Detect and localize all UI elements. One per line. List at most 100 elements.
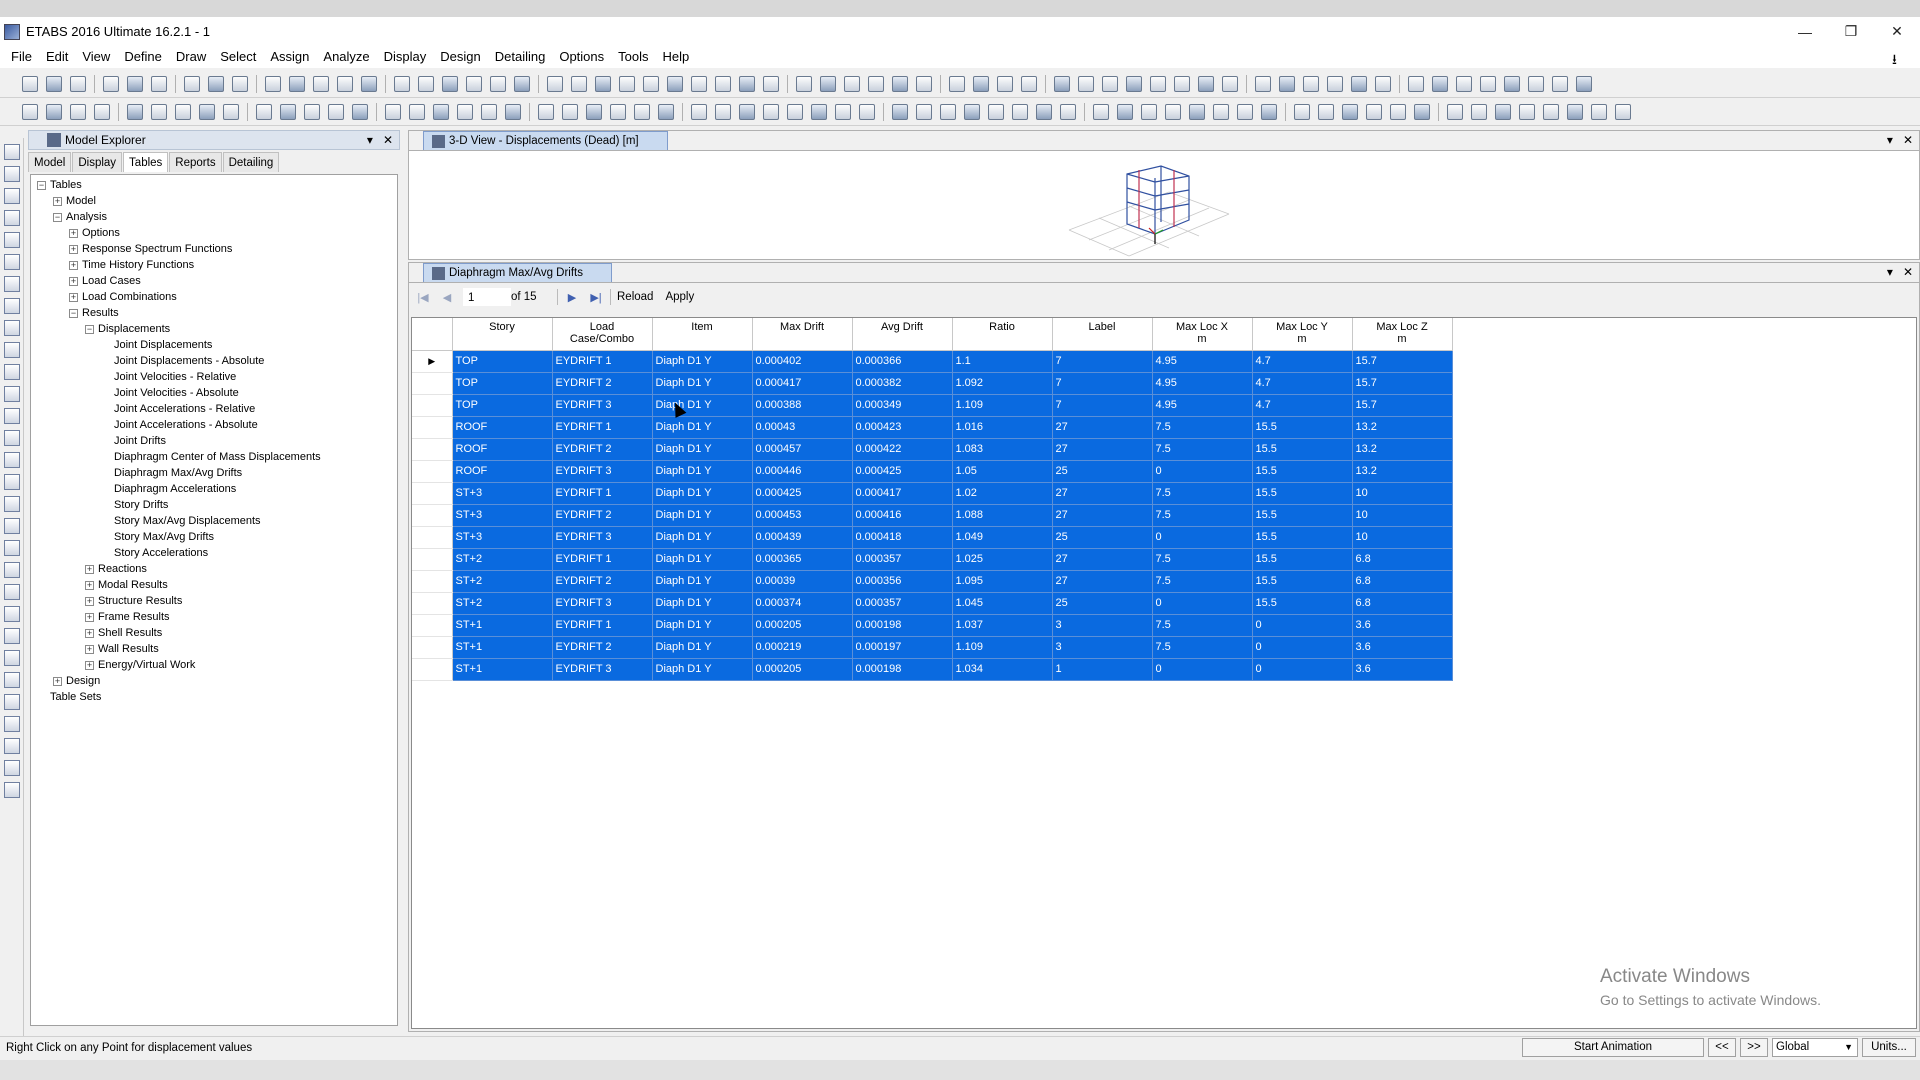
table-cell[interactable]: 4.7: [1252, 350, 1353, 373]
next-page-button[interactable]: ▶: [564, 291, 580, 304]
table-cell[interactable]: Diaph D1 Y: [652, 372, 753, 395]
toolbar-tool-icon[interactable]: [1375, 75, 1391, 92]
draw-tool-icon[interactable]: [4, 166, 20, 182]
table-cell[interactable]: 10: [1352, 526, 1453, 549]
table-cell[interactable]: 1.095: [952, 570, 1053, 593]
tree-item[interactable]: Table Sets: [31, 689, 397, 705]
draw-tool-icon[interactable]: [4, 364, 20, 380]
table-cell[interactable]: EYDRIFT 1: [552, 416, 653, 439]
collapse-icon[interactable]: −: [85, 324, 94, 334]
table-cell[interactable]: EYDRIFT 2: [552, 570, 653, 593]
table-cell[interactable]: 7.5: [1152, 548, 1253, 571]
table-cell[interactable]: 0.000402: [752, 350, 853, 373]
tree-item[interactable]: Diaphragm Accelerations: [31, 481, 397, 497]
toolbar-tool-icon[interactable]: [1366, 103, 1382, 120]
table-cell[interactable]: Diaph D1 Y: [652, 570, 753, 593]
row-header[interactable]: [412, 438, 453, 461]
toolbar-tool-icon[interactable]: [1318, 103, 1334, 120]
draw-tool-icon[interactable]: [4, 232, 20, 248]
toolbar-tool-icon[interactable]: [1237, 103, 1253, 120]
first-page-button[interactable]: |◀: [415, 291, 431, 304]
expand-icon[interactable]: +: [85, 628, 94, 638]
download-icon[interactable]: ⭳: [1892, 49, 1908, 67]
menu-tools[interactable]: Tools: [611, 46, 655, 68]
expand-icon[interactable]: +: [85, 660, 94, 670]
toolbar-tool-icon[interactable]: [763, 103, 779, 120]
toolbar-tool-icon[interactable]: [691, 103, 707, 120]
toolbar-tool-icon[interactable]: [1294, 103, 1310, 120]
table-cell[interactable]: EYDRIFT 3: [552, 526, 653, 549]
toolbar-tool-icon[interactable]: [208, 75, 224, 92]
toolbar-tool-icon[interactable]: [1471, 103, 1487, 120]
units-button[interactable]: Units...: [1862, 1038, 1916, 1057]
table-cell[interactable]: 1.016: [952, 416, 1053, 439]
toolbar-tool-icon[interactable]: [514, 75, 530, 92]
table-cell[interactable]: 3.6: [1352, 636, 1453, 659]
row-header[interactable]: [412, 460, 453, 483]
tree-item[interactable]: + Frame Results: [31, 609, 397, 625]
step-back-button[interactable]: <<: [1708, 1038, 1736, 1057]
column-header[interactable]: Label: [1052, 318, 1153, 351]
table-window-close-icon[interactable]: ✕: [1903, 265, 1913, 279]
toolbar-tool-icon[interactable]: [715, 75, 731, 92]
toolbar-tool-icon[interactable]: [892, 75, 908, 92]
tree-item[interactable]: Joint Velocities - Absolute: [31, 385, 397, 401]
menu-draw[interactable]: Draw: [169, 46, 213, 68]
table-cell[interactable]: 7.5: [1152, 636, 1253, 659]
table-cell[interactable]: 10: [1352, 482, 1453, 505]
toolbar-tool-icon[interactable]: [1447, 103, 1463, 120]
table-cell[interactable]: 1.037: [952, 614, 1053, 637]
toolbar-tool-icon[interactable]: [964, 103, 980, 120]
toolbar-tool-icon[interactable]: [916, 75, 932, 92]
table-cell[interactable]: 0.000439: [752, 526, 853, 549]
toolbar-tool-icon[interactable]: [199, 103, 215, 120]
table-cell[interactable]: 10: [1352, 504, 1453, 527]
toolbar-tool-icon[interactable]: [385, 103, 401, 120]
row-header[interactable]: ▶: [412, 350, 453, 373]
toolbar-tool-icon[interactable]: [763, 75, 779, 92]
expand-icon[interactable]: +: [85, 612, 94, 622]
table-cell[interactable]: 7.5: [1152, 614, 1253, 637]
table-cell[interactable]: Diaph D1 Y: [652, 636, 753, 659]
toolbar-tool-icon[interactable]: [457, 103, 473, 120]
close-button[interactable]: ✕: [1874, 17, 1920, 46]
table-cell[interactable]: 0: [1152, 460, 1253, 483]
table-cell[interactable]: 15.5: [1252, 504, 1353, 527]
toolbar-tool-icon[interactable]: [892, 103, 908, 120]
table-row[interactable]: ST+3 EYDRIFT 3 Diaph D1 Y 0.000439 0.000418 1…: [412, 526, 1453, 549]
panel-close-icon[interactable]: ✕: [383, 133, 393, 147]
table-cell[interactable]: 15.7: [1352, 350, 1453, 373]
tree-item[interactable]: + Response Spectrum Functions: [31, 241, 397, 257]
row-header[interactable]: [412, 526, 453, 549]
toolbar-tool-icon[interactable]: [658, 103, 674, 120]
table-cell[interactable]: 15.5: [1252, 592, 1353, 615]
table-cell[interactable]: 6.8: [1352, 592, 1453, 615]
expand-icon[interactable]: +: [69, 276, 78, 286]
table-row[interactable]: ST+3 EYDRIFT 1 Diaph D1 Y 0.000425 0.000417 1…: [412, 482, 1453, 505]
tree-item[interactable]: Diaphragm Max/Avg Drifts: [31, 465, 397, 481]
row-header[interactable]: [412, 482, 453, 505]
table-row[interactable]: ST+1 EYDRIFT 1 Diaph D1 Y 0.000205 0.000198 1…: [412, 614, 1453, 637]
table-cell[interactable]: 7.5: [1152, 438, 1253, 461]
toolbar-tool-icon[interactable]: [313, 75, 329, 92]
toolbar-tool-icon[interactable]: [562, 103, 578, 120]
start-animation-button[interactable]: Start Animation: [1522, 1038, 1704, 1057]
toolbar-tool-icon[interactable]: [256, 103, 272, 120]
table-cell[interactable]: Diaph D1 Y: [652, 526, 753, 549]
menu-detailing[interactable]: Detailing: [488, 46, 553, 68]
toolbar-tool-icon[interactable]: [328, 103, 344, 120]
table-row[interactable]: TOP EYDRIFT 2 Diaph D1 Y 0.000417 0.000382 1.…: [412, 372, 1453, 395]
toolbar-tool-icon[interactable]: [1432, 75, 1448, 92]
toolbar-tool-icon[interactable]: [22, 103, 38, 120]
window-dropdown-icon[interactable]: ▾: [1887, 133, 1893, 147]
toolbar-tool-icon[interactable]: [1342, 103, 1358, 120]
tree-item[interactable]: Joint Accelerations - Relative: [31, 401, 397, 417]
table-cell[interactable]: 25: [1052, 526, 1153, 549]
toolbar-tool-icon[interactable]: [949, 75, 965, 92]
toolbar-tool-icon[interactable]: [1576, 75, 1592, 92]
table-cell[interactable]: 0.000416: [852, 504, 953, 527]
table-cell[interactable]: EYDRIFT 2: [552, 504, 653, 527]
toolbar-tool-icon[interactable]: [1303, 75, 1319, 92]
table-cell[interactable]: 1: [1052, 658, 1153, 681]
table-cell[interactable]: 7: [1052, 394, 1153, 417]
